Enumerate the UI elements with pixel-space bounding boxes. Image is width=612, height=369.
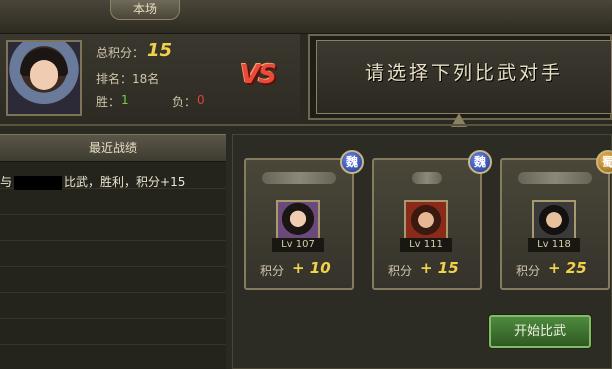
recent-battle-entry: 与 比武，胜利，积分+15 — [0, 173, 185, 190]
points-value: + 15 — [420, 259, 459, 277]
entry-result: 比武，胜利，积分+15 — [64, 175, 186, 189]
list-item — [0, 241, 226, 267]
lose-value: 0 — [197, 93, 205, 107]
prompt-text: 请选择下列比武对手 — [364, 62, 563, 84]
entry-prefix: 与 — [0, 175, 13, 189]
points-value: + 10 — [292, 259, 331, 277]
list-item — [0, 293, 226, 319]
points-label: 积分 — [388, 264, 413, 278]
vs-emblem: VS — [240, 60, 277, 90]
opponent-name-redacted — [262, 172, 336, 184]
redacted-name — [14, 175, 63, 190]
total-score-label: 总积分： — [96, 46, 145, 60]
rank-text: 排名：18名 — [96, 72, 160, 86]
list-item — [0, 215, 226, 241]
recent-battles-title: 最近战绩 — [0, 134, 226, 162]
lose-label: 负： — [172, 95, 197, 109]
list-item — [0, 267, 226, 293]
opponent-name-redacted — [518, 172, 592, 184]
points-label: 积分 — [260, 264, 285, 278]
opponent-name-redacted — [412, 172, 442, 184]
avatar-face — [30, 60, 58, 90]
list-item — [0, 319, 226, 345]
opponent-level: Lv 111 — [400, 238, 452, 252]
opponent-level: Lv 118 — [528, 238, 580, 252]
faction-badge-icon: 魏 — [468, 150, 492, 174]
divider — [0, 124, 612, 126]
start-duel-button[interactable]: 开始比武 — [489, 315, 591, 348]
faction-badge-icon: 魏 — [340, 150, 364, 174]
tab-current[interactable]: 本场 — [110, 0, 180, 20]
opponent-level: Lv 107 — [272, 238, 324, 252]
win-value: 1 — [121, 93, 129, 107]
list-item — [0, 189, 226, 215]
total-score-value: 15 — [147, 40, 173, 61]
win-label: 胜： — [96, 95, 121, 109]
points-label: 积分 — [516, 264, 541, 278]
points-value: + 25 — [548, 259, 587, 277]
top-bar — [0, 0, 612, 34]
